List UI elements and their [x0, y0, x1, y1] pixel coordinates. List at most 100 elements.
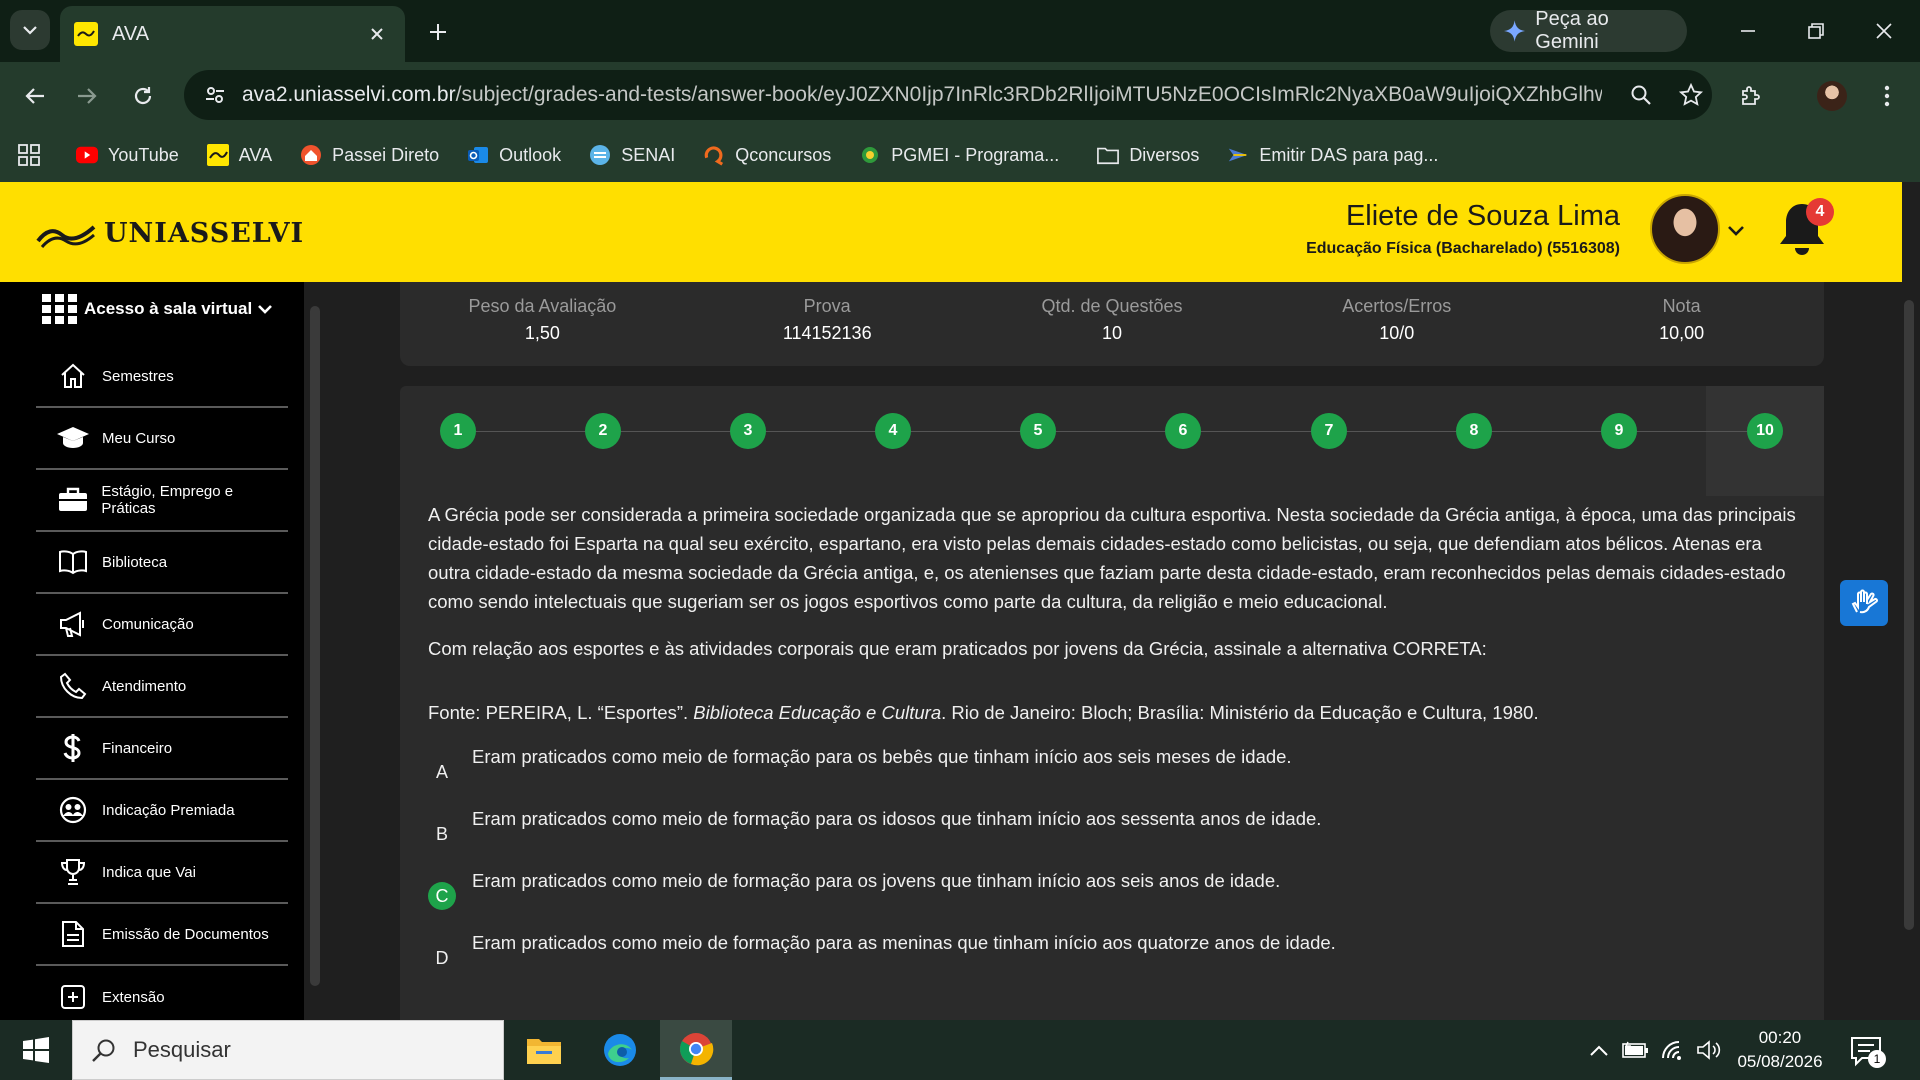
tab-close-button[interactable] — [363, 20, 391, 48]
bookmark-qconcursos[interactable]: Qconcursos — [703, 144, 831, 166]
sidebar-item-atendimento[interactable]: Atendimento — [36, 656, 288, 718]
virtual-room-dropdown[interactable]: Acesso à sala virtual — [42, 294, 274, 324]
bookmark-star-button[interactable] — [1674, 78, 1708, 112]
page-scrollbar[interactable] — [1904, 300, 1914, 930]
step-10[interactable]: 10 — [1747, 413, 1783, 449]
browser-tab-ava[interactable]: AVA — [60, 6, 405, 62]
reload-button[interactable] — [126, 79, 160, 113]
browser-toolbar: ava2.uniasselvi.com.br/subject/grades-an… — [0, 62, 1920, 128]
tab-search-button[interactable] — [10, 10, 50, 50]
alternative-a[interactable]: A Eram praticados como meio de formação … — [428, 746, 1798, 786]
chevron-down-icon[interactable] — [1724, 218, 1748, 242]
taskbar-file-explorer[interactable] — [508, 1020, 580, 1080]
bookmark-senai[interactable]: SENAI — [589, 144, 675, 166]
start-button[interactable] — [0, 1020, 72, 1080]
bookmark-ava[interactable]: AVA — [206, 144, 272, 166]
bookmark-passei-direto[interactable]: Passei Direto — [300, 144, 439, 166]
bookmark-pgmei[interactable]: PGMEI - Programa... — [859, 144, 1059, 166]
step-5[interactable]: 5 — [1020, 413, 1056, 449]
bookmark-diversos[interactable]: Diversos — [1097, 144, 1199, 166]
question-paragraph-2: Com relação aos esportes e às atividades… — [428, 638, 1487, 659]
sidebar-item-emissao-documentos[interactable]: Emissão de Documentos — [36, 904, 288, 966]
extensions-button[interactable] — [1734, 79, 1768, 113]
tray-show-hidden-button[interactable] — [1586, 1020, 1612, 1080]
step-7[interactable]: 7 — [1311, 413, 1347, 449]
taskbar-search[interactable]: Pesquisar — [72, 1020, 504, 1080]
sidebar-item-financeiro[interactable]: Financeiro — [36, 718, 288, 780]
gemini-label: Peça ao Gemini — [1535, 8, 1609, 53]
bookmark-outlook[interactable]: Outlook — [467, 144, 561, 166]
zoom-button[interactable] — [1624, 78, 1658, 112]
step-6[interactable]: 6 — [1165, 413, 1201, 449]
alternative-text: Eram praticados como meio de formação pa… — [472, 808, 1322, 829]
apps-button[interactable] — [18, 144, 40, 166]
sidebar-item-estagio[interactable]: Estágio, Emprego e Práticas — [36, 470, 288, 532]
taskbar-chrome[interactable] — [660, 1020, 732, 1080]
sign-language-button[interactable] — [1840, 580, 1888, 626]
minimize-button[interactable] — [1718, 14, 1778, 48]
uniasselvi-logo[interactable]: UNIASSELVI — [36, 218, 304, 249]
search-icon — [92, 1039, 115, 1062]
close-icon — [371, 28, 383, 40]
back-button[interactable] — [18, 79, 52, 113]
apps-grid-icon — [18, 144, 40, 166]
battery-charging-icon — [1622, 1041, 1648, 1058]
alternative-c[interactable]: C Eram praticados como meio de formação … — [428, 870, 1798, 910]
alternative-letter-correct: C — [428, 882, 456, 910]
summary-nota: Nota 10,00 — [1659, 296, 1705, 343]
step-8[interactable]: 8 — [1456, 413, 1492, 449]
new-tab-button[interactable] — [420, 14, 456, 50]
step-9[interactable]: 9 — [1601, 413, 1637, 449]
sidebar-item-comunicacao[interactable]: Comunicação — [36, 594, 288, 656]
url-text[interactable]: ava2.uniasselvi.com.br/subject/grades-an… — [242, 83, 1602, 107]
question-source: Fonte: PEREIRA, L. “Esportes”. Bibliotec… — [428, 702, 1539, 723]
restore-button[interactable] — [1786, 14, 1846, 48]
profile-button[interactable] — [1815, 79, 1849, 113]
sidebar-item-meu-curso[interactable]: Meu Curso — [36, 408, 288, 470]
alternative-text: Eram praticados como meio de formação pa… — [472, 870, 1281, 891]
site-info-button[interactable] — [202, 82, 228, 108]
das-icon — [1227, 144, 1249, 166]
chrome-menu-button[interactable] — [1870, 79, 1904, 113]
chevron-down-icon — [258, 305, 273, 314]
step-3[interactable]: 3 — [730, 413, 766, 449]
summary-qtd-questoes: Qtd. de Questões 10 — [1041, 296, 1183, 343]
sidebar-item-indica-que-vai[interactable]: Indica que Vai — [36, 842, 288, 904]
close-window-button[interactable] — [1854, 14, 1914, 48]
step-4[interactable]: 4 — [875, 413, 911, 449]
bookmark-emitir-das[interactable]: Emitir DAS para pag... — [1227, 144, 1438, 166]
tray-wifi[interactable] — [1658, 1020, 1690, 1080]
trophy-icon — [56, 855, 90, 889]
summary-peso: Peso da Avaliação 1,50 — [468, 296, 617, 343]
alternative-b[interactable]: B Eram praticados como meio de formação … — [428, 808, 1798, 848]
sidebar-item-biblioteca[interactable]: Biblioteca — [36, 532, 288, 594]
notification-badge: 4 — [1806, 198, 1834, 226]
plus-icon — [430, 24, 446, 40]
folder-icon — [1097, 144, 1120, 166]
apps-grid-icon — [42, 294, 77, 324]
sidebar-item-extensao[interactable]: Extensão — [36, 966, 288, 1020]
windows-taskbar: Pesquisar 00:20 05/08/2026 1 — [0, 1020, 1920, 1080]
step-2[interactable]: 2 — [585, 413, 621, 449]
folder-icon — [527, 1039, 561, 1064]
user-avatar[interactable] — [1650, 194, 1720, 264]
book-icon — [56, 545, 90, 579]
taskbar-clock[interactable]: 00:20 05/08/2026 — [1720, 1026, 1840, 1074]
kebab-menu-icon — [1884, 85, 1890, 107]
gemini-button[interactable]: Peça ao Gemini — [1490, 8, 1687, 53]
sidebar-item-semestres[interactable]: Semestres — [36, 346, 288, 408]
forward-button[interactable] — [70, 79, 104, 113]
address-bar[interactable]: ava2.uniasselvi.com.br/subject/grades-an… — [184, 70, 1712, 120]
bookmark-youtube[interactable]: YouTube — [76, 144, 179, 166]
step-1[interactable]: 1 — [440, 413, 476, 449]
tab-title: AVA — [112, 22, 150, 45]
taskbar-edge[interactable] — [584, 1020, 656, 1080]
main-content: Peso da Avaliação 1,50 Prova 114152136 Q… — [330, 282, 1902, 1020]
sidebar-scrollbar[interactable] — [310, 306, 320, 986]
tray-battery[interactable] — [1620, 1020, 1652, 1080]
reload-icon — [134, 87, 152, 105]
virtual-room-label: Acesso à sala virtual — [84, 299, 253, 318]
sidebar-item-indicacao-premiada[interactable]: Indicação Premiada — [36, 780, 288, 842]
alternative-d[interactable]: D Eram praticados como meio de formação … — [428, 932, 1798, 972]
bookmarks-bar: YouTube AVA Passei Direto Outlook SENAI … — [0, 128, 1920, 182]
